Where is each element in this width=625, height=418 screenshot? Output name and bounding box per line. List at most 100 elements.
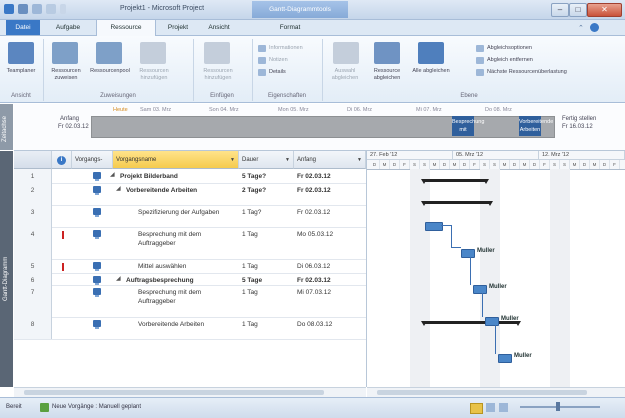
tab-datei[interactable]: Datei bbox=[6, 20, 40, 35]
task-name-cell[interactable]: Vorbereitende Arbeiten bbox=[123, 183, 239, 198]
collapse-icon[interactable]: ◢ bbox=[110, 171, 115, 178]
gantt-horizontal-scrollbar[interactable] bbox=[367, 387, 625, 397]
summary-bar[interactable] bbox=[421, 179, 489, 184]
task-name-cell[interactable]: Besprechung mit dem Auftraggeber bbox=[135, 285, 239, 309]
indicators-header[interactable]: i bbox=[52, 151, 72, 169]
task-mode-icon[interactable] bbox=[93, 208, 101, 217]
task-mode-icon[interactable] bbox=[93, 320, 101, 329]
minimize-button[interactable]: – bbox=[551, 3, 569, 17]
row-number[interactable]: 4 bbox=[14, 227, 52, 259]
start-cell[interactable]: Fr 02.03.12 bbox=[294, 169, 366, 184]
duration-cell[interactable]: 1 Tag bbox=[239, 285, 294, 300]
tab-aufgabe[interactable]: Aufgabe bbox=[48, 20, 88, 35]
scrollbar-thumb[interactable] bbox=[377, 390, 587, 395]
team-planner-icon[interactable] bbox=[8, 42, 34, 64]
timeline[interactable]: Heute Sam 03. Mrz Son 04. Mrz Mon 05. Mr… bbox=[14, 104, 625, 151]
task-name-cell[interactable]: Vorbereitende Arbeiten bbox=[135, 317, 239, 332]
undo-icon[interactable] bbox=[32, 4, 42, 14]
quick-access-dropdown-icon[interactable] bbox=[60, 4, 66, 14]
select-all-corner[interactable] bbox=[14, 151, 52, 169]
start-cell[interactable]: Mo 05.03.12 bbox=[294, 227, 366, 242]
task-bar[interactable] bbox=[461, 249, 475, 258]
row-number[interactable]: 8 bbox=[14, 317, 52, 339]
chevron-down-icon[interactable]: ▼ bbox=[285, 151, 290, 169]
sheet-horizontal-scrollbar[interactable] bbox=[14, 387, 366, 397]
task-mode-icon[interactable] bbox=[93, 172, 101, 181]
close-button[interactable]: ✕ bbox=[587, 3, 622, 17]
zoom-slider-handle[interactable] bbox=[556, 402, 560, 411]
timeline-bar[interactable] bbox=[91, 116, 555, 138]
row-number[interactable]: 3 bbox=[14, 205, 52, 227]
task-bar[interactable] bbox=[473, 285, 487, 294]
duration-cell[interactable]: 5 Tage? bbox=[239, 169, 294, 184]
timeline-task-item[interactable]: Besprechung mit bbox=[452, 116, 484, 136]
task-mode-icon[interactable] bbox=[93, 186, 101, 195]
task-name-cell[interactable]: Besprechung mit dem Auftraggeber bbox=[135, 227, 239, 251]
start-header[interactable]: Anfang ▼ bbox=[294, 151, 366, 169]
save-icon[interactable] bbox=[18, 4, 28, 14]
tab-projekt[interactable]: Projekt bbox=[160, 20, 196, 35]
help-icon[interactable] bbox=[590, 23, 599, 32]
task-name-cell[interactable]: Spezifizierung der Aufgaben bbox=[135, 205, 239, 220]
timeline-task-item[interactable]: Vorbereitende Arbeiten bbox=[519, 116, 553, 136]
task-usage-view-icon[interactable] bbox=[486, 403, 495, 412]
assign-resources-button[interactable]: Ressourcen zuweisen bbox=[44, 68, 88, 82]
tab-ansicht[interactable]: Ansicht bbox=[200, 20, 238, 35]
tab-ressource[interactable]: Ressource bbox=[96, 19, 156, 36]
duration-cell[interactable]: 1 Tag bbox=[239, 317, 294, 332]
table-row[interactable]: 7 Besprechung mit dem Auftraggeber 1 Tag Mi… bbox=[14, 285, 366, 318]
redo-icon[interactable] bbox=[46, 4, 56, 14]
row-number[interactable]: 6 bbox=[14, 273, 52, 285]
start-cell[interactable]: Fr 02.03.12 bbox=[294, 205, 366, 220]
task-bar[interactable] bbox=[425, 222, 443, 231]
duration-cell[interactable]: 1 Tag bbox=[239, 227, 294, 242]
warning-indicator-icon[interactable] bbox=[62, 263, 64, 271]
level-resource-button[interactable]: Ressource abgleichen bbox=[366, 68, 408, 82]
summary-bar[interactable] bbox=[421, 201, 493, 206]
table-row[interactable]: 3 Spezifizierung der Aufgaben 1 Tag? Fr 02.… bbox=[14, 205, 366, 228]
task-mode-icon[interactable] bbox=[93, 230, 101, 239]
chevron-down-icon[interactable]: ▼ bbox=[230, 151, 235, 169]
task-mode-icon[interactable] bbox=[40, 403, 49, 412]
level-all-button[interactable]: Alle abgleichen bbox=[410, 68, 452, 75]
gantt-view-icon[interactable] bbox=[470, 403, 483, 414]
start-cell[interactable]: Do 08.03.12 bbox=[294, 317, 366, 332]
start-cell[interactable]: Fr 02.03.12 bbox=[294, 183, 366, 198]
row-number[interactable]: 2 bbox=[14, 183, 52, 205]
start-cell[interactable]: Di 06.03.12 bbox=[294, 259, 366, 274]
row-number[interactable]: 7 bbox=[14, 285, 52, 317]
duration-cell[interactable]: 1 Tag? bbox=[239, 205, 294, 220]
assign-resources-icon[interactable] bbox=[52, 42, 78, 64]
task-mode-icon[interactable] bbox=[93, 276, 101, 285]
task-mode-header[interactable]: Vorgangs- bbox=[72, 151, 113, 169]
leveling-options-button[interactable]: Abgleichsoptionen bbox=[476, 44, 532, 53]
table-row[interactable]: 5 Mittel auswählen 1 Tag Di 06.03.12 bbox=[14, 259, 366, 274]
warning-indicator-icon[interactable] bbox=[62, 231, 64, 239]
resource-pool-button[interactable]: Ressourcenpool bbox=[88, 68, 132, 75]
chevron-down-icon[interactable]: ▼ bbox=[357, 151, 362, 169]
table-row[interactable]: 4 Besprechung mit dem Auftraggeber 1 Tag Mo… bbox=[14, 227, 366, 260]
row-number[interactable]: 1 bbox=[14, 169, 52, 183]
task-mode-icon[interactable] bbox=[93, 288, 101, 297]
tab-format[interactable]: Format bbox=[270, 20, 310, 35]
gantt-chart[interactable]: 27. Feb '12 05. Mrz '12 12. Mrz '12 DMDF… bbox=[367, 151, 625, 387]
details-button[interactable]: Details bbox=[258, 68, 286, 77]
row-number[interactable]: 5 bbox=[14, 259, 52, 273]
team-planner-view-icon[interactable] bbox=[499, 403, 508, 412]
task-name-header[interactable]: Vorgangsname ▼ bbox=[113, 151, 239, 169]
level-all-icon[interactable] bbox=[418, 42, 444, 64]
clear-leveling-button[interactable]: Abgleich entfernen bbox=[476, 56, 533, 65]
duration-cell[interactable]: 1 Tag bbox=[239, 259, 294, 274]
zoom-slider[interactable] bbox=[520, 406, 600, 408]
task-name-cell[interactable]: Projekt Bilderband bbox=[117, 169, 239, 184]
team-planner-button[interactable]: Teamplaner bbox=[0, 68, 42, 75]
resource-pool-icon[interactable] bbox=[96, 42, 122, 64]
table-row[interactable]: 2 ◢ Vorbereitende Arbeiten 2 Tage? Fr 02.03.… bbox=[14, 183, 366, 206]
duration-header[interactable]: Dauer ▼ bbox=[239, 151, 294, 169]
next-overallocation-button[interactable]: Nächste Ressourcenüberlastung bbox=[476, 68, 567, 77]
duration-cell[interactable]: 2 Tage? bbox=[239, 183, 294, 198]
table-row[interactable]: 8 Vorbereitende Arbeiten 1 Tag Do 08.03.12 bbox=[14, 317, 366, 340]
task-bar[interactable] bbox=[498, 354, 512, 363]
scrollbar-thumb[interactable] bbox=[24, 390, 324, 395]
level-resource-icon[interactable] bbox=[374, 42, 400, 64]
